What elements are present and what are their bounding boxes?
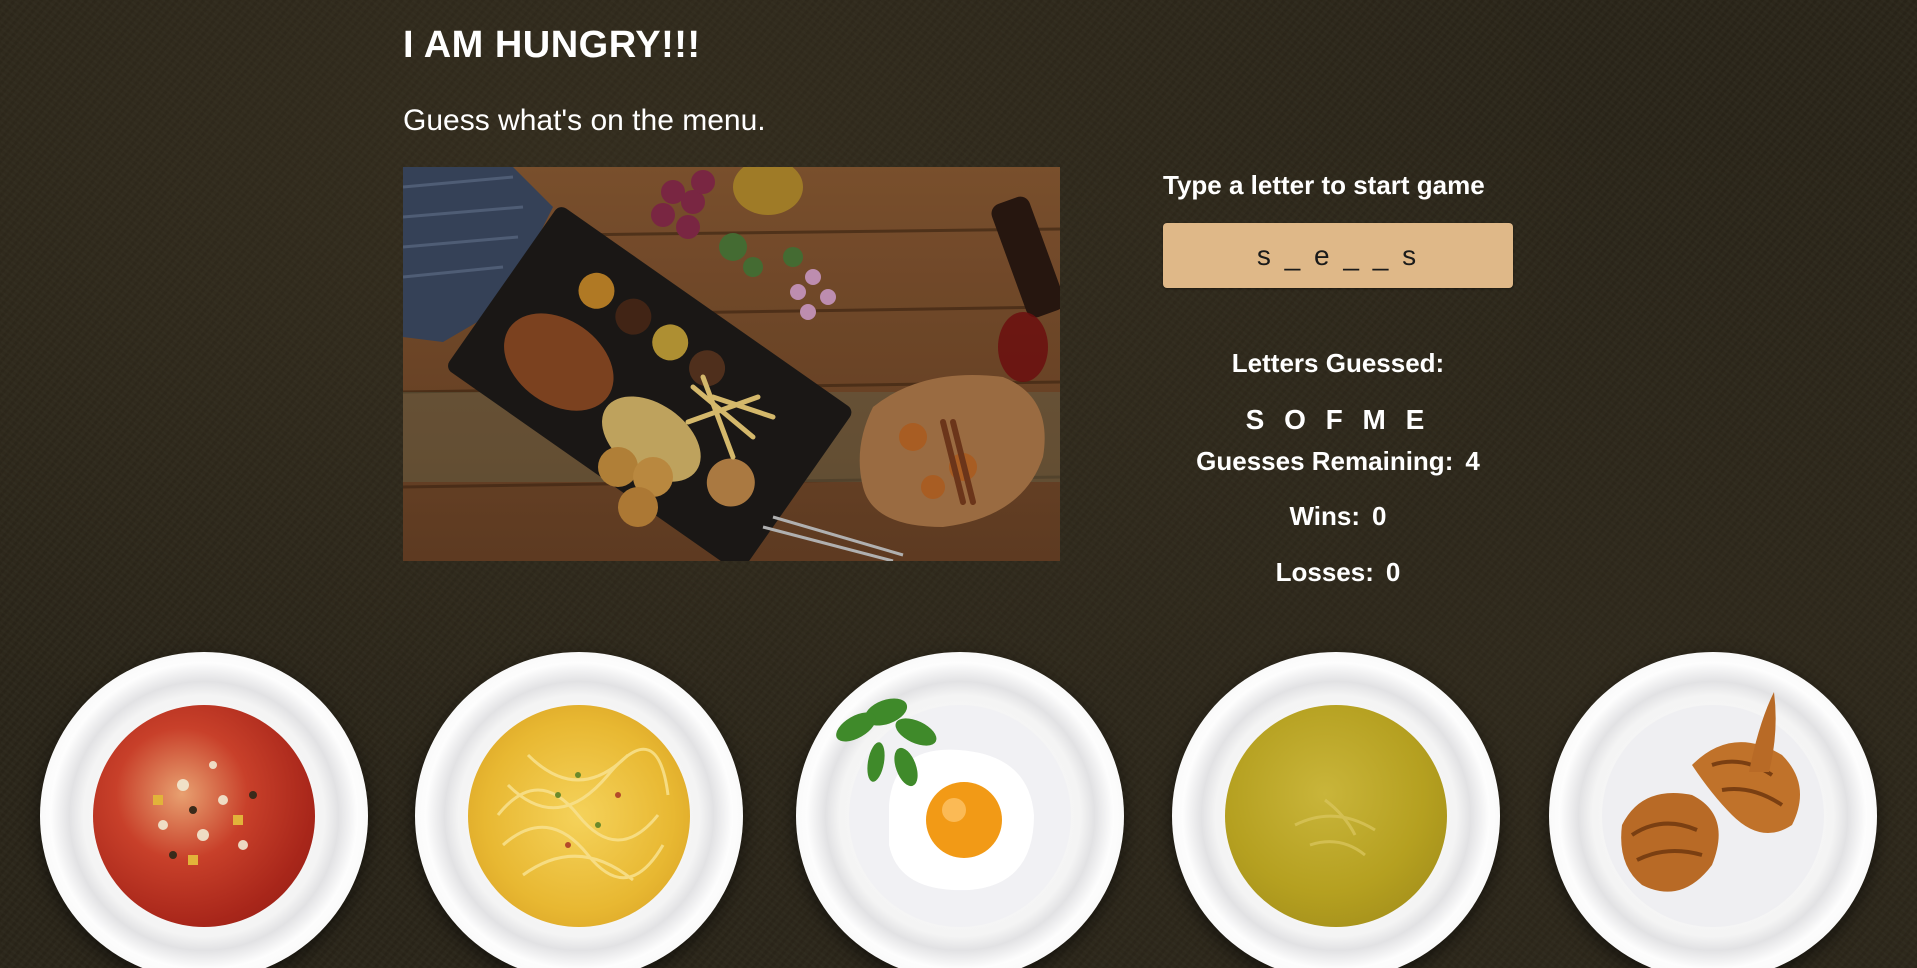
guesses-remaining: Guesses Remaining: 4	[1163, 446, 1513, 477]
wins-counter: Wins: 0	[1163, 501, 1513, 532]
plate-minestrone-soup	[40, 652, 368, 968]
letters-guessed-label: Letters Guessed:	[1231, 348, 1445, 378]
losses-label: Losses:	[1275, 557, 1374, 587]
wins-label: Wins:	[1289, 501, 1361, 531]
plate-fried-egg	[796, 652, 1124, 968]
basil-leaves-icon	[836, 698, 937, 787]
minestrone-soup-image	[93, 705, 315, 927]
game-panel: Type a letter to start game s _ e _ _ s	[1163, 160, 1513, 288]
yellow-soup-image	[1225, 705, 1447, 927]
croissants-image	[1602, 705, 1824, 927]
plate-croissants	[1549, 652, 1877, 968]
plate-yellow-soup	[1172, 652, 1500, 968]
page-title: I AM HUNGRY!!!	[403, 24, 701, 66]
current-word-display: s _ e _ _ s	[1163, 223, 1513, 288]
start-game-prompt: Type a letter to start game	[1163, 170, 1485, 200]
losses-value: 0	[1385, 557, 1401, 587]
losses-counter: Losses: 0	[1163, 557, 1513, 588]
page-subtitle: Guess what's on the menu.	[403, 104, 766, 137]
guesses-remaining-label: Guesses Remaining:	[1196, 446, 1454, 476]
wins-value: 0	[1372, 501, 1387, 531]
spaghetti-image	[468, 705, 690, 927]
hero-food-image	[403, 167, 1060, 561]
plate-spaghetti	[415, 652, 743, 968]
guesses-remaining-value: 4	[1465, 446, 1480, 476]
croissant-tip-icon	[1749, 692, 1776, 772]
letters-guessed-value: S O F M E	[1245, 404, 1431, 435]
